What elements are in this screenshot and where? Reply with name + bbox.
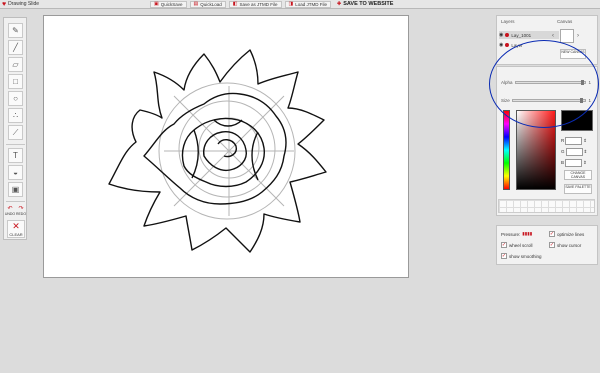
current-color-swatch	[561, 110, 593, 131]
chevron-right-icon[interactable]: ›	[577, 33, 579, 39]
alpha-slider[interactable]: Alpha 1	[501, 79, 591, 85]
check-icon[interactable]: ✓	[549, 231, 555, 237]
undo-button[interactable]: ↶ UNDO	[5, 204, 15, 216]
layer-item[interactable]: ◉ Layer	[499, 41, 559, 49]
size-track[interactable]	[511, 97, 587, 103]
stepper-icon[interactable]: ⇕	[584, 149, 588, 155]
undo-icon: ↶	[7, 205, 13, 212]
blue-input[interactable]	[565, 158, 583, 167]
pressure-flames-icon: ▮▮▮▮	[522, 231, 533, 236]
green-input[interactable]	[565, 147, 583, 156]
check-icon[interactable]: ✓	[501, 242, 507, 248]
heart-logo-icon: ♥	[2, 0, 7, 8]
show-smoothing-checkbox[interactable]: ✓ show smoothing	[501, 253, 542, 259]
active-layer-dot-icon	[505, 33, 510, 37]
layer-item[interactable]: ◉ Lay_1001	[499, 31, 559, 39]
hue-strip[interactable]	[503, 110, 510, 190]
alpha-track[interactable]	[514, 79, 587, 85]
fill-tool-icon[interactable]: ◒	[8, 165, 23, 180]
save-icon: ▣	[154, 1, 159, 7]
red-field[interactable]: R ⇕	[561, 136, 593, 145]
rose-drawing	[108, 49, 327, 253]
rectangle-tool-icon[interactable]: □	[8, 74, 23, 89]
spray-tool-icon[interactable]: ∴	[8, 108, 23, 123]
eyedropper-tool-icon[interactable]: ⟋	[8, 125, 23, 140]
drawing-canvas[interactable]	[43, 15, 409, 278]
stepper-icon[interactable]: ⇕	[583, 138, 587, 144]
change-canvas-button[interactable]: CHANGE CANVAS	[564, 170, 592, 180]
layer-dot-icon	[505, 43, 510, 47]
save-file-icon: ◧	[232, 1, 238, 7]
stepper-icon[interactable]: ⇕	[583, 160, 587, 166]
select-tool-icon[interactable]: ▣	[8, 182, 23, 197]
pencil-tool-icon[interactable]: ✎	[8, 23, 23, 38]
eye-icon[interactable]: ◉	[499, 42, 503, 48]
clear-x-icon: ✕	[12, 221, 20, 231]
ellipse-tool-icon[interactable]: ○	[8, 91, 23, 106]
load-file-button[interactable]: ◨ Load JTMD File	[284, 0, 331, 8]
size-slider[interactable]: Size 1	[501, 97, 591, 103]
quicksave-button[interactable]: ▣ QuickSave	[150, 0, 187, 8]
quickload-button[interactable]: ▤ QuickLoad	[189, 0, 226, 8]
divider	[6, 201, 25, 202]
layers-panel: Layers Canvas ◉ Lay_1001 ◉ Layer ‹ › NEW…	[496, 15, 598, 65]
load-icon: ▤	[193, 1, 199, 7]
eraser-tool-icon[interactable]: ▱	[8, 57, 23, 72]
check-icon[interactable]: ✓	[501, 253, 507, 259]
text-tool-icon[interactable]: T	[8, 148, 23, 163]
green-field[interactable]: G ⇕	[561, 147, 593, 156]
layers-header: Layers	[501, 19, 515, 24]
save-palette-button[interactable]: SAVE PALETTE	[564, 184, 592, 194]
top-toolbar: ♥ Drawing Slide ▣ QuickSave ▤ QuickLoad ◧ S…	[0, 0, 600, 9]
size-thumb[interactable]	[579, 97, 583, 103]
show-cursor-checkbox[interactable]: ✓ show cursor	[549, 242, 581, 248]
eye-icon[interactable]: ◉	[499, 32, 503, 38]
check-icon[interactable]: ✓	[549, 242, 555, 248]
save-as-file-button[interactable]: ◧ Save as JTMD File	[228, 0, 282, 8]
blue-field[interactable]: B ⇕	[561, 158, 593, 167]
options-panel: Pressure: ▮▮▮▮ ✓ optimize lines ✓ wheel sc…	[496, 225, 598, 265]
app-title: ♥ Drawing Slide	[2, 0, 40, 8]
wheel-scroll-checkbox[interactable]: ✓ wheel scroll	[501, 242, 533, 248]
palette-grid[interactable]	[498, 199, 595, 213]
optimize-checkbox[interactable]: ✓ optimize lines	[549, 231, 584, 237]
divider	[6, 144, 25, 145]
plus-icon: ✚	[337, 1, 342, 7]
canvas-stepper[interactable]	[560, 29, 574, 43]
new-canvas-button[interactable]: NEW CANVAS	[560, 49, 586, 59]
brush-tool-icon[interactable]: ╱	[8, 40, 23, 55]
canvas-header: Canvas	[557, 19, 573, 24]
save-to-website-button[interactable]: ✚ SAVE TO WEBSITE	[334, 1, 396, 8]
tool-palette: ✎ ╱ ▱ □ ○ ∴ ⟋ T ◒ ▣ ↶ UNDO ↷ REDO ✕ CLEAR	[3, 17, 27, 240]
redo-button[interactable]: ↷ REDO	[16, 204, 26, 216]
alpha-thumb[interactable]	[581, 79, 585, 85]
pressure-setting: Pressure: ▮▮▮▮	[501, 231, 533, 237]
clear-button[interactable]: ✕ CLEAR	[7, 220, 25, 238]
chevron-left-icon[interactable]: ‹	[552, 33, 554, 39]
redo-icon: ↷	[18, 205, 24, 212]
color-picker-field[interactable]	[516, 110, 556, 190]
load-file-icon: ◨	[288, 1, 294, 7]
red-input[interactable]	[565, 136, 583, 145]
